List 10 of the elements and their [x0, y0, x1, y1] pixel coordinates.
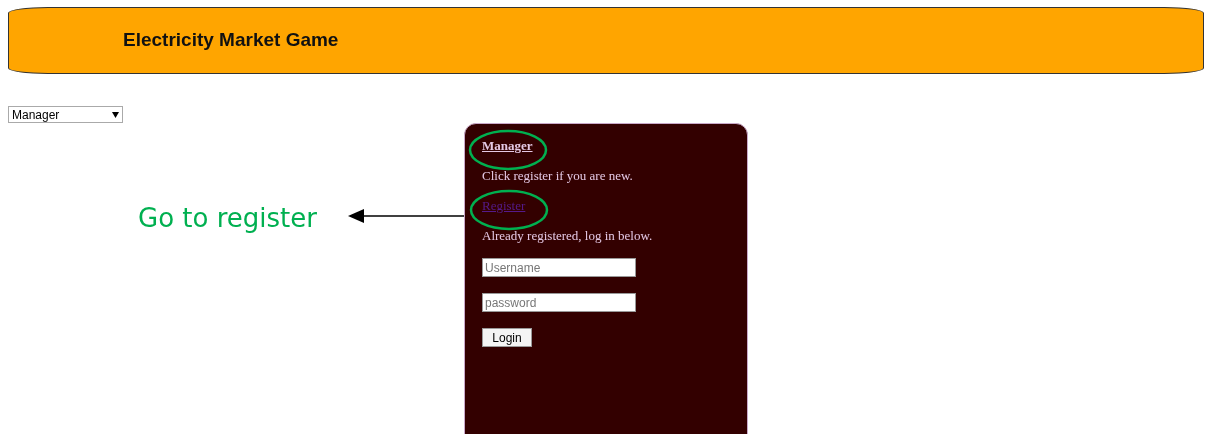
- arrow-icon: [348, 209, 464, 223]
- app-title: Electricity Market Game: [123, 28, 339, 53]
- login-button[interactable]: Login: [482, 328, 532, 347]
- input-field[interactable]: password: [482, 293, 636, 312]
- role-select[interactable]: Manager: [8, 106, 123, 123]
- intro-text: Click register if you are new.: [482, 168, 633, 184]
- input-field[interactable]: Username: [482, 258, 636, 277]
- annotation-text: Go to register: [138, 202, 317, 235]
- caret-icon: [112, 111, 119, 118]
- login-prompt: Already registered, log in below.: [482, 228, 653, 244]
